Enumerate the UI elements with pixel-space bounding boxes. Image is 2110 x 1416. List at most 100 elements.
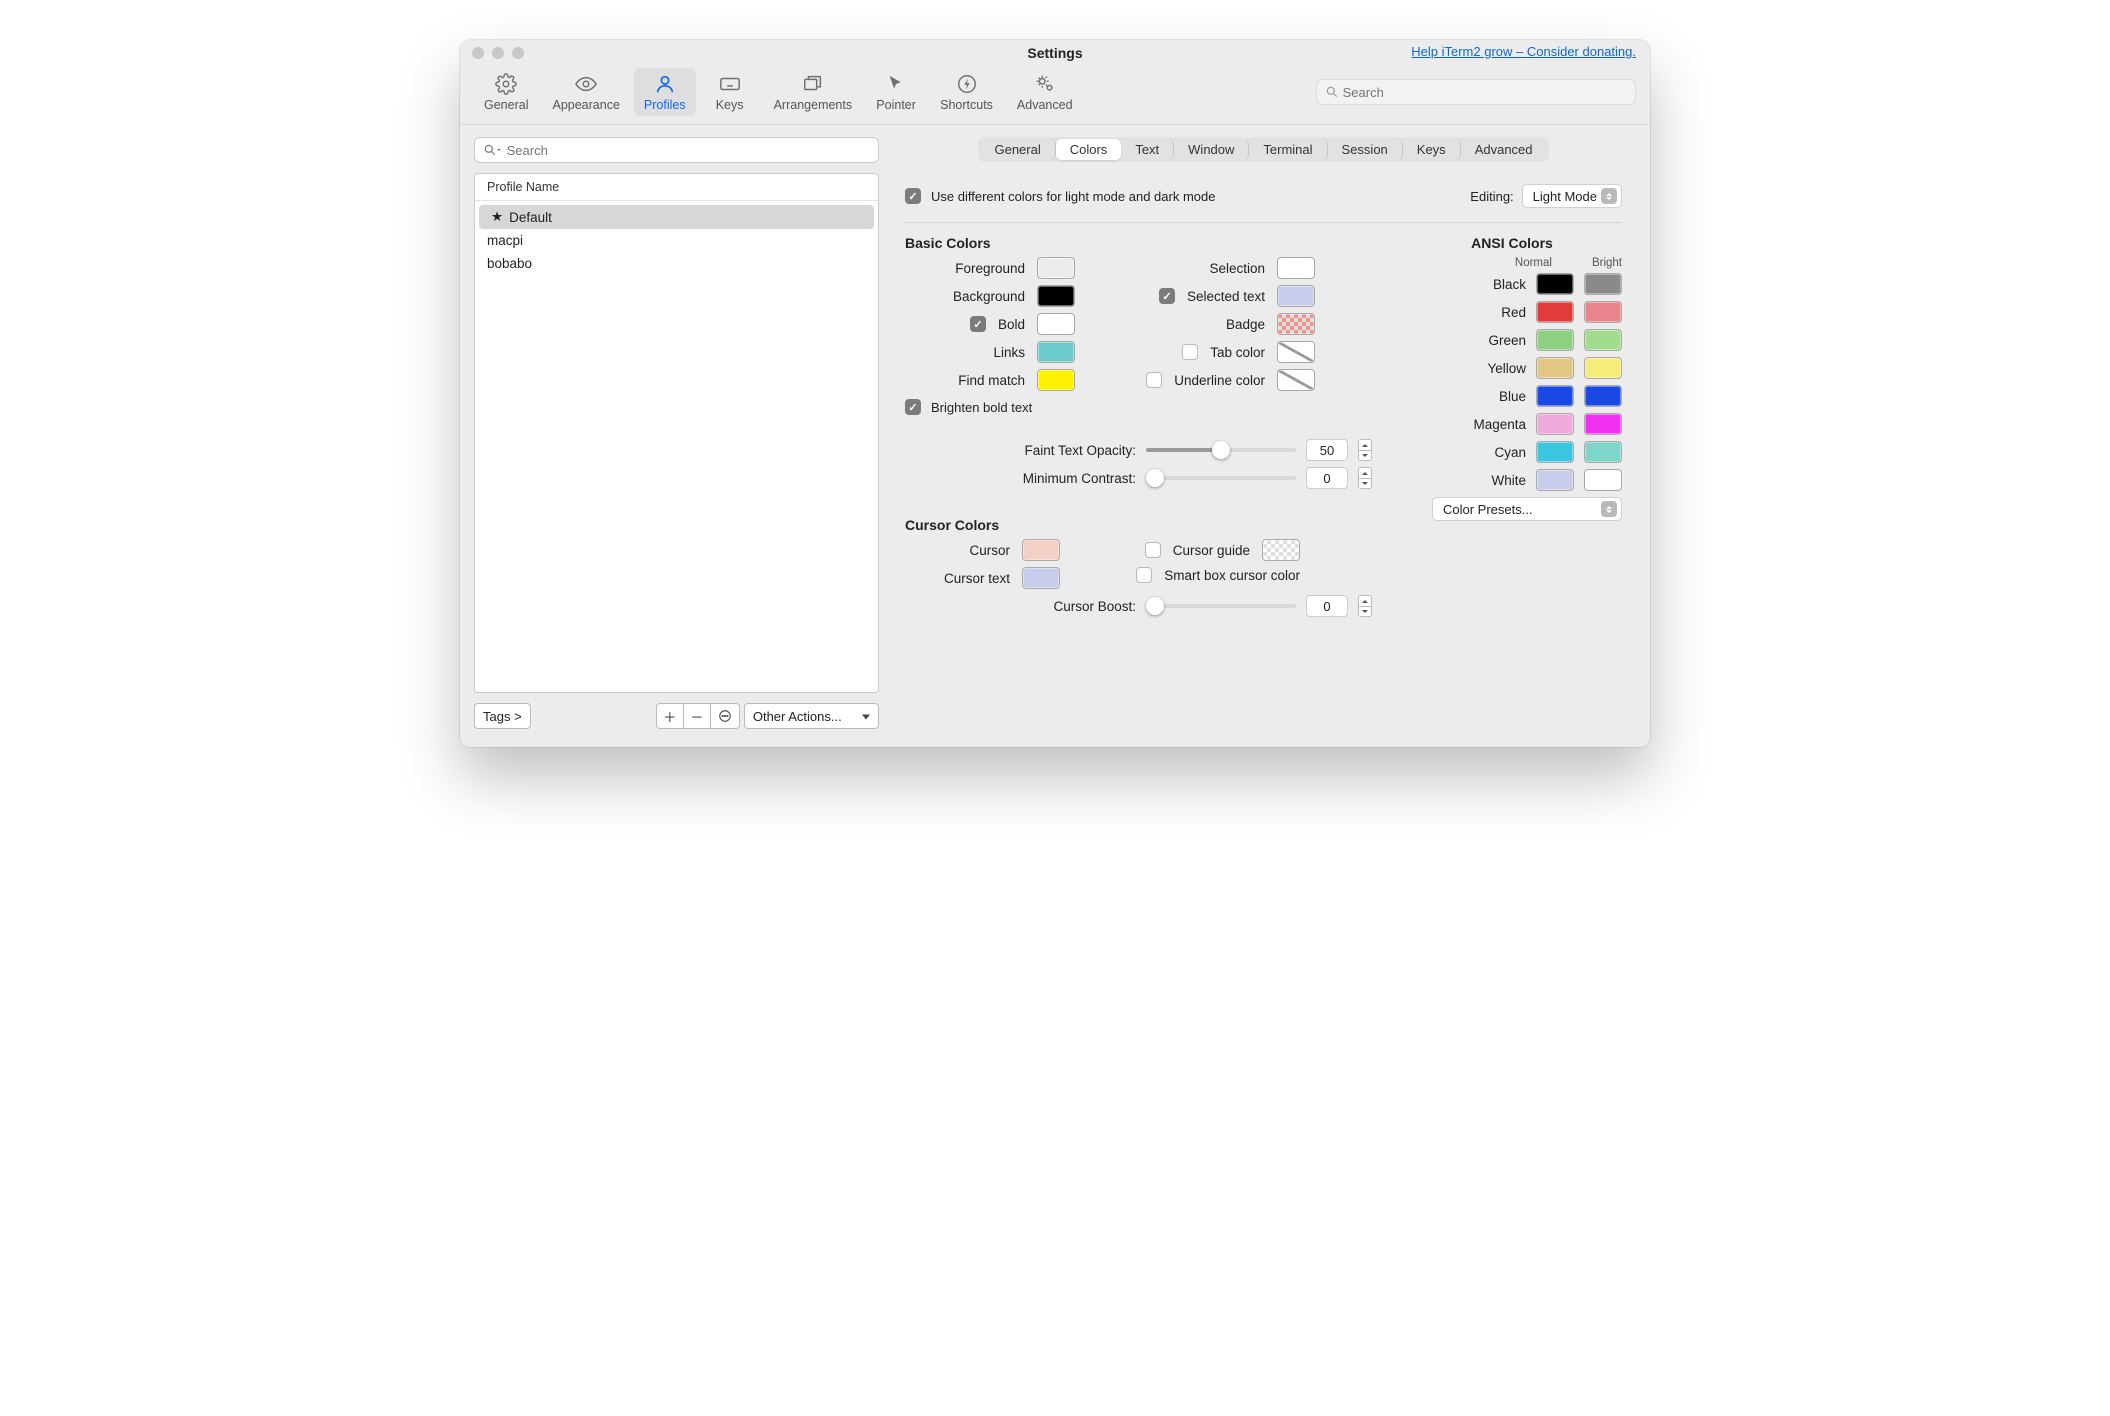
tab-color-checkbox[interactable] [1182, 344, 1198, 360]
bold-swatch[interactable] [1037, 313, 1075, 335]
remove-profile-button[interactable]: － [683, 703, 711, 729]
editing-mode-select[interactable]: Light Mode [1522, 184, 1622, 208]
tab-color-swatch[interactable] [1277, 341, 1315, 363]
tab-advanced[interactable]: Advanced [1007, 68, 1083, 116]
cursor-boost-value[interactable]: 0 [1306, 595, 1348, 617]
underline-color-checkbox[interactable] [1146, 372, 1162, 388]
settings-window: Settings Help iTerm2 grow – Consider don… [460, 40, 1650, 747]
content: Profile Name ★ Default macpi bobabo Tags… [460, 125, 1650, 747]
ansi-magenta-normal[interactable] [1536, 413, 1574, 435]
other-actions-dropdown[interactable]: Other Actions... [744, 703, 879, 729]
selected-text-swatch[interactable] [1277, 285, 1315, 307]
selection-swatch[interactable] [1277, 257, 1315, 279]
faint-opacity-value[interactable]: 50 [1306, 439, 1348, 461]
tags-button[interactable]: Tags > [474, 703, 531, 729]
zoom-dot[interactable] [512, 47, 524, 59]
links-swatch[interactable] [1037, 341, 1075, 363]
subtab-session[interactable]: Session [1328, 139, 1403, 160]
profile-search[interactable] [474, 137, 879, 163]
cursor-boost-slider[interactable] [1146, 604, 1296, 608]
profile-label: Default [509, 210, 552, 225]
ansi-green-bright[interactable] [1584, 329, 1622, 351]
subtab-colors[interactable]: Colors [1056, 139, 1122, 160]
faint-opacity-stepper[interactable] [1358, 439, 1372, 461]
tab-appearance[interactable]: Appearance [542, 68, 629, 116]
cursor-label: Cursor [969, 543, 1010, 558]
close-dot[interactable] [472, 47, 484, 59]
tab-arrangements[interactable]: Arrangements [764, 68, 863, 116]
tab-shortcuts[interactable]: Shortcuts [930, 68, 1003, 116]
color-presets-select[interactable]: Color Presets... [1432, 497, 1622, 521]
subtab-keys[interactable]: Keys [1403, 139, 1461, 160]
ansi-blue-bright[interactable] [1584, 385, 1622, 407]
donate-link[interactable]: Help iTerm2 grow – Consider donating. [1411, 44, 1636, 59]
subtab-window[interactable]: Window [1174, 139, 1249, 160]
cursor-swatch[interactable] [1022, 539, 1060, 561]
ansi-yellow-normal[interactable] [1536, 357, 1574, 379]
smart-box-cursor-checkbox[interactable] [1136, 567, 1152, 583]
ansi-red-normal[interactable] [1536, 301, 1574, 323]
ansi-white-normal[interactable] [1536, 469, 1574, 491]
background-swatch[interactable] [1037, 285, 1075, 307]
brighten-bold-label: Brighten bold text [931, 400, 1032, 415]
tab-general[interactable]: General [474, 68, 538, 116]
profile-search-input[interactable] [507, 143, 870, 158]
findmatch-swatch[interactable] [1037, 369, 1075, 391]
faint-opacity-slider[interactable] [1146, 448, 1296, 452]
min-contrast-stepper[interactable] [1358, 467, 1372, 489]
subtabs: General Colors Text Window Terminal Sess… [978, 137, 1548, 162]
ansi-cyan-bright[interactable] [1584, 441, 1622, 463]
cursor-boost-stepper[interactable] [1358, 595, 1372, 617]
tab-pointer[interactable]: Pointer [866, 68, 926, 116]
cursor-guide-swatch[interactable] [1262, 539, 1300, 561]
ansi-green-normal[interactable] [1536, 329, 1574, 351]
use-diff-colors-checkbox[interactable] [905, 188, 921, 204]
bold-checkbox[interactable] [970, 316, 986, 332]
tab-profiles[interactable]: Profiles [634, 68, 696, 116]
profile-header[interactable]: Profile Name [475, 174, 878, 201]
profile-row[interactable]: macpi [475, 229, 878, 252]
toolbar-search[interactable] [1316, 79, 1636, 105]
selected-text-checkbox[interactable] [1159, 288, 1175, 304]
brighten-bold-checkbox[interactable] [905, 399, 921, 415]
windows-icon [801, 72, 825, 96]
other-actions-label: Other Actions... [753, 709, 842, 724]
profile-label: bobabo [487, 256, 532, 271]
min-contrast-slider[interactable] [1146, 476, 1296, 480]
cursor-text-label: Cursor text [944, 571, 1010, 586]
ansi-red-bright[interactable] [1584, 301, 1622, 323]
profile-row[interactable]: ★ Default [479, 205, 874, 229]
ansi-blue-normal[interactable] [1536, 385, 1574, 407]
foreground-swatch[interactable] [1037, 257, 1075, 279]
gears-icon [1033, 72, 1057, 96]
subtab-terminal[interactable]: Terminal [1249, 139, 1327, 160]
divider [905, 222, 1622, 223]
basic-colors-section: Basic Colors Foreground Background Bold … [905, 235, 1622, 617]
cursor-text-swatch[interactable] [1022, 567, 1060, 589]
cursor-guide-checkbox[interactable] [1145, 542, 1161, 558]
ansi-white-bright[interactable] [1584, 469, 1622, 491]
person-icon [654, 72, 676, 96]
eye-icon [573, 72, 599, 96]
subtab-text[interactable]: Text [1121, 139, 1174, 160]
ansi-black-bright[interactable] [1584, 273, 1622, 295]
ansi-yellow-bright[interactable] [1584, 357, 1622, 379]
ansi-white-label: White [1491, 473, 1526, 488]
ansi-black-normal[interactable] [1536, 273, 1574, 295]
subtab-general[interactable]: General [980, 139, 1055, 160]
min-contrast-value[interactable]: 0 [1306, 467, 1348, 489]
badge-swatch[interactable] [1277, 313, 1315, 335]
keyboard-icon [717, 72, 743, 96]
toolbar-search-input[interactable] [1343, 85, 1627, 100]
add-profile-button[interactable]: ＋ [656, 703, 684, 729]
ansi-red-label: Red [1501, 305, 1526, 320]
tab-keys[interactable]: Keys [700, 68, 760, 116]
profile-row[interactable]: bobabo [475, 252, 878, 275]
gear-icon [495, 72, 517, 96]
subtab-advanced[interactable]: Advanced [1461, 139, 1547, 160]
ansi-cyan-normal[interactable] [1536, 441, 1574, 463]
underline-color-swatch[interactable] [1277, 369, 1315, 391]
minimize-dot[interactable] [492, 47, 504, 59]
ellipsis-icon[interactable] [710, 703, 740, 729]
ansi-magenta-bright[interactable] [1584, 413, 1622, 435]
